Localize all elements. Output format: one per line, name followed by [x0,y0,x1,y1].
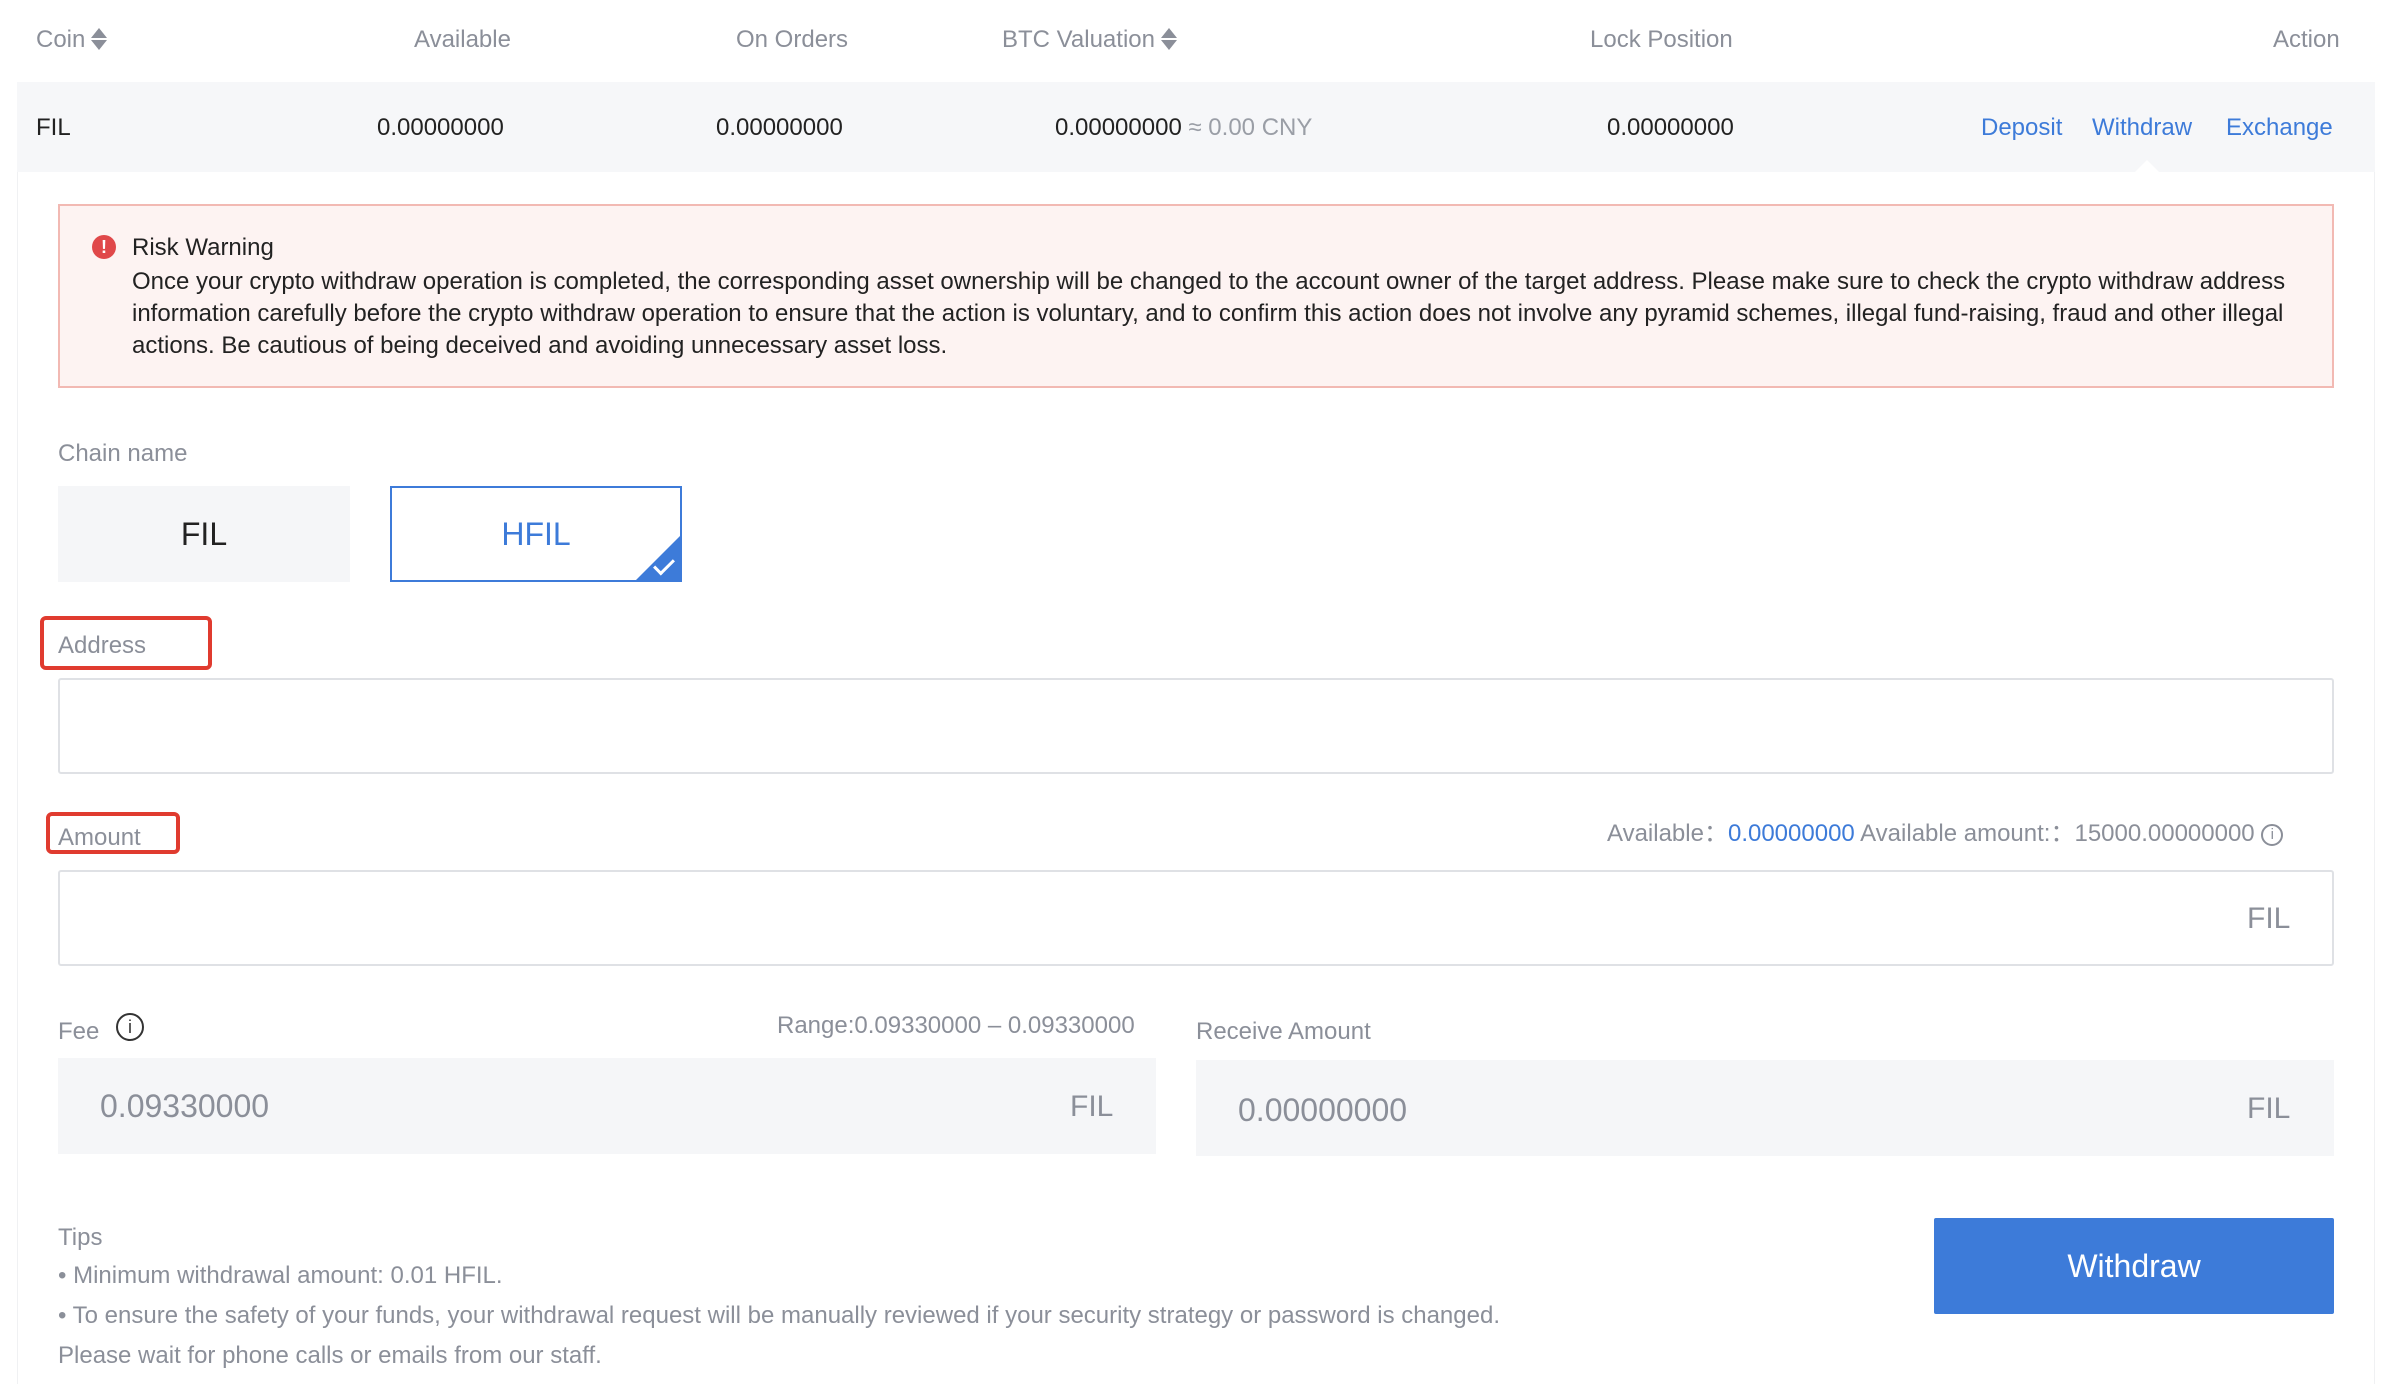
available-amount-link[interactable]: 0.00000000 [1728,820,1855,847]
receive-amount-label: Receive Amount [1196,1018,1371,1045]
address-input[interactable] [58,678,2334,774]
amount-label: Amount [58,824,141,851]
amount-input[interactable] [58,870,2334,966]
withdraw-button[interactable]: Withdraw [1934,1218,2334,1314]
column-available: Available [414,26,511,53]
lock-position-value: 0.00000000 [1607,114,1734,141]
exchange-link[interactable]: Exchange [2226,114,2333,142]
table-row: FIL 0.00000000 0.00000000 0.00000000 ≈ 0… [17,82,2375,172]
asset-table-header: Coin Available On Orders BTC Valuation L… [17,0,2375,82]
amount-unit: FIL [2247,902,2291,935]
column-lock-position: Lock Position [1590,26,1733,53]
sort-icon[interactable] [91,26,108,52]
fee-label: Fee [58,1018,100,1045]
column-action: Action [2273,26,2340,53]
fee-field: 0.09330000 FIL [58,1058,1156,1154]
receive-amount-unit: FIL [2247,1092,2291,1125]
info-icon[interactable]: i [2261,823,2284,846]
chain-option-hfil[interactable]: HFIL [390,486,682,582]
selected-corner [634,534,680,580]
fee-range: Range:0.09330000 – 0.09330000 [777,1012,1135,1039]
column-btc-valuation[interactable]: BTC Valuation [1002,26,1177,54]
fee-info-icon[interactable]: i [116,1013,144,1041]
tip-line: • To ensure the safety of your funds, yo… [58,1302,1500,1369]
coin-name: FIL [36,114,71,141]
active-tab-caret [2133,160,2161,174]
risk-warning-text: Once your crypto withdraw operation is c… [132,268,2286,359]
btc-valuation-value: 0.00000000 ≈ 0.00 CNY [1055,114,1313,141]
on-orders-value: 0.00000000 [716,114,843,141]
exclamation-icon: ! [92,235,116,259]
column-coin[interactable]: Coin [36,26,108,54]
sort-icon[interactable] [1160,26,1177,52]
receive-amount-value: 0.00000000 [1238,1092,1408,1128]
chain-option-fil[interactable]: FIL [58,486,350,582]
fee-value: 0.09330000 [100,1088,270,1124]
withdraw-link[interactable]: Withdraw [2092,114,2192,142]
cny-valuation: ≈ 0.00 CNY [1188,114,1313,141]
risk-warning-title: Risk Warning [132,234,274,261]
deposit-link[interactable]: Deposit [1981,114,2062,142]
available-info: Available：0.00000000 Available amount:：1… [1607,813,2284,848]
available-value: 0.00000000 [377,114,504,141]
tip-line: • Minimum withdrawal amount: 0.01 HFIL. [58,1262,503,1289]
tips-title: Tips [58,1224,103,1251]
column-on-orders: On Orders [736,26,849,53]
address-label: Address [58,632,147,659]
chain-name-label: Chain name [58,440,188,467]
receive-amount-field: 0.00000000 FIL [1196,1060,2334,1156]
fee-unit: FIL [1070,1090,1114,1123]
